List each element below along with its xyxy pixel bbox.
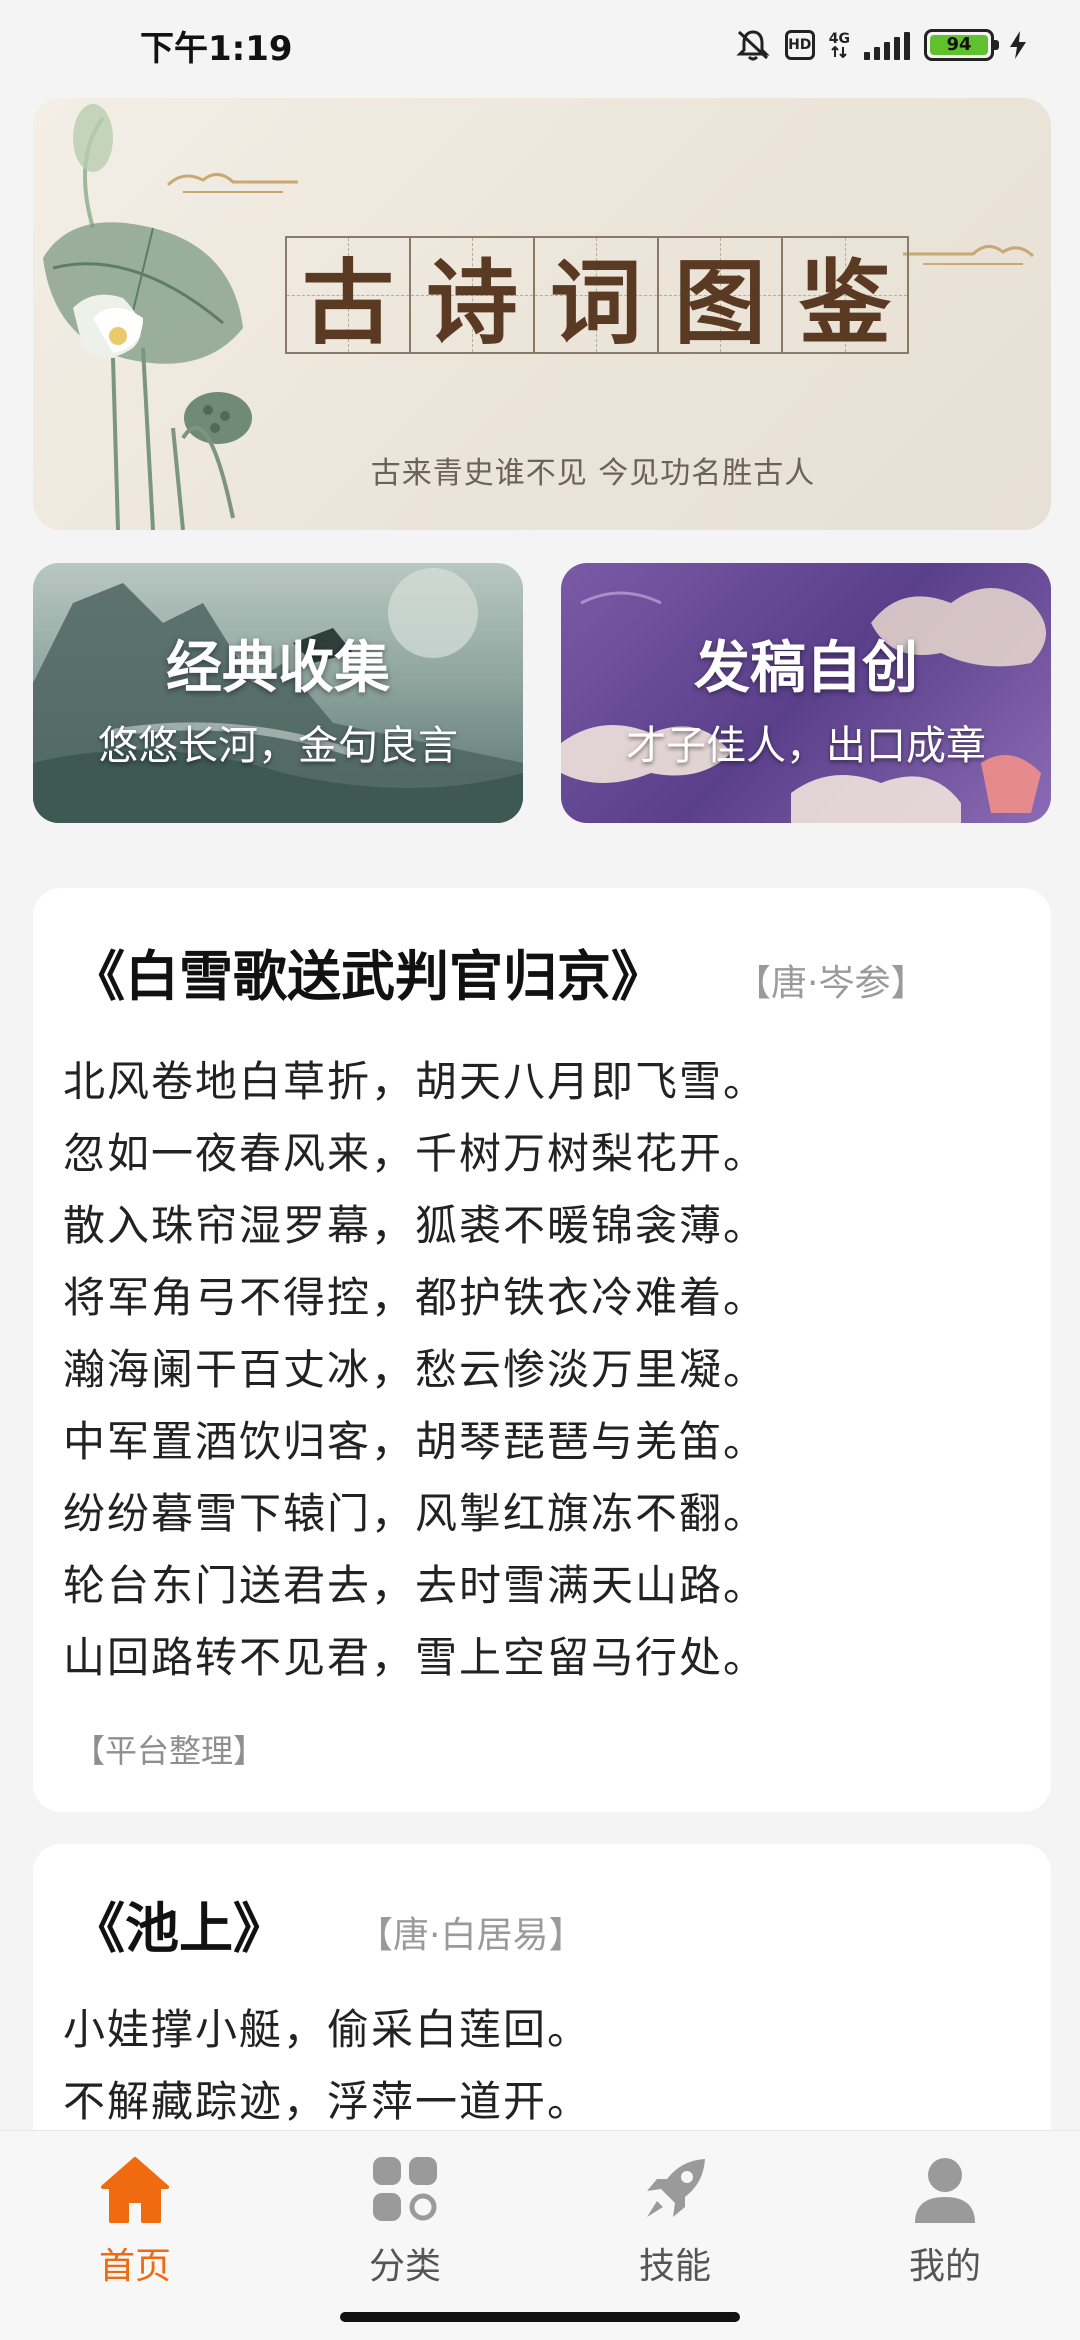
status-icons: HD 4G 94 — [735, 28, 1028, 62]
signal-strength-icon — [864, 30, 910, 60]
poem-line: 小娃撑小艇，偷采白莲回。 — [63, 2005, 592, 2054]
hd-badge: HD — [784, 30, 815, 60]
poem-body: 小娃撑小艇，偷采白莲回。 不解藏踪迹，浮萍一道开。 — [63, 1994, 591, 2138]
poem-header: 《池上》 【唐·白居易】 — [71, 1884, 584, 1963]
poem-line: 瀚海阑干百丈冰，愁云惨淡万里凝。 — [63, 1345, 768, 1394]
cloud-ornament-icon — [166, 173, 298, 193]
poem-line: 北风卷地白草折，胡天八月即飞雪。 — [63, 1057, 768, 1106]
poem-body: 北风卷地白草折，胡天八月即飞雪。 忽如一夜春风来，千树万树梨花开。 散入珠帘湿罗… — [63, 1046, 767, 1694]
battery-level: 94 — [930, 35, 988, 55]
nav-item-profile[interactable]: 我的 — [845, 2149, 1045, 2289]
poem-header: 《白雪歌送武判官归京》 【唐·岑参】 — [71, 932, 926, 1011]
bottom-navigation: 首页 分类 技能 我的 — [0, 2130, 1080, 2340]
feature-subtitle: 悠悠长河，金句良言 — [98, 723, 458, 769]
feature-card-create[interactable]: 发稿自创 才子佳人，出口成章 — [561, 563, 1051, 823]
poem-card[interactable]: 《白雪歌送武判官归京》 【唐·岑参】 北风卷地白草折，胡天八月即飞雪。 忽如一夜… — [33, 888, 1051, 1812]
nav-item-skills[interactable]: 技能 — [575, 2149, 775, 2289]
nav-item-category[interactable]: 分类 — [305, 2149, 505, 2289]
status-time: 下午1:19 — [140, 28, 293, 69]
data-arrows-icon — [831, 46, 848, 58]
banner-title: 古 诗 词 图 鉴 — [285, 236, 909, 357]
poem-line: 将军角弓不得控，都护铁衣冷难着。 — [63, 1273, 768, 1322]
cloud-ornament-icon — [903, 245, 1035, 265]
title-char: 鉴 — [798, 248, 891, 357]
nav-item-home[interactable]: 首页 — [35, 2149, 235, 2289]
network-label: 4G — [828, 31, 850, 47]
poem-line: 不解藏踪迹，浮萍一道开。 — [63, 2077, 592, 2126]
network-type: 4G — [829, 32, 850, 58]
feature-title: 经典收集 — [166, 636, 390, 701]
hero-banner[interactable]: 古 诗 词 图 鉴 古来青史谁不见 今见功名胜古人 — [33, 98, 1051, 530]
poem-line: 忽如一夜春风来，千树万树梨花开。 — [63, 1129, 768, 1178]
title-char: 图 — [673, 248, 766, 357]
poem-line: 纷纷暮雪下辕门，风掣红旗冻不翻。 — [63, 1489, 768, 1538]
nav-label: 技能 — [638, 2246, 711, 2287]
poem-author: 【唐·白居易】 — [357, 1915, 585, 1956]
title-char: 词 — [549, 248, 642, 357]
feature-title: 发稿自创 — [694, 636, 918, 701]
poem-source: 【平台整理】 — [73, 1732, 266, 1770]
poem-title: 《池上》 — [71, 1897, 287, 1960]
poem-line: 山回路转不见君，雪上空留马行处。 — [63, 1633, 768, 1682]
feature-subtitle: 才子佳人，出口成章 — [626, 723, 986, 769]
poem-line: 轮台东门送君去，去时雪满天山路。 — [63, 1561, 768, 1610]
status-bar: 下午1:19 HD 4G 94 — [0, 0, 1080, 90]
nav-label: 首页 — [98, 2246, 171, 2287]
category-icon — [373, 2157, 437, 2221]
nav-label: 分类 — [368, 2246, 441, 2287]
feature-card-collection[interactable]: 经典收集 悠悠长河，金句良言 — [33, 563, 523, 823]
home-icon — [101, 2157, 169, 2223]
user-icon — [915, 2158, 975, 2223]
battery-icon: 94 — [924, 29, 999, 61]
title-char: 古 — [301, 248, 394, 357]
nav-label: 我的 — [908, 2246, 981, 2287]
rocket-icon — [647, 2159, 705, 2217]
mute-bell-icon — [735, 28, 771, 62]
poem-title: 《白雪歌送武判官归京》 — [71, 945, 665, 1008]
poem-line: 散入珠帘湿罗幕，狐裘不暖锦衾薄。 — [63, 1201, 768, 1250]
charging-bolt-icon — [1008, 30, 1028, 60]
poem-author: 【唐·岑参】 — [735, 963, 927, 1004]
banner-subtitle: 古来青史谁不见 今见功名胜古人 — [370, 456, 816, 491]
title-char: 诗 — [425, 248, 518, 357]
poem-line: 中军置酒饮归客，胡琴琵琶与羌笛。 — [63, 1417, 768, 1466]
home-indicator[interactable] — [340, 2312, 740, 2322]
